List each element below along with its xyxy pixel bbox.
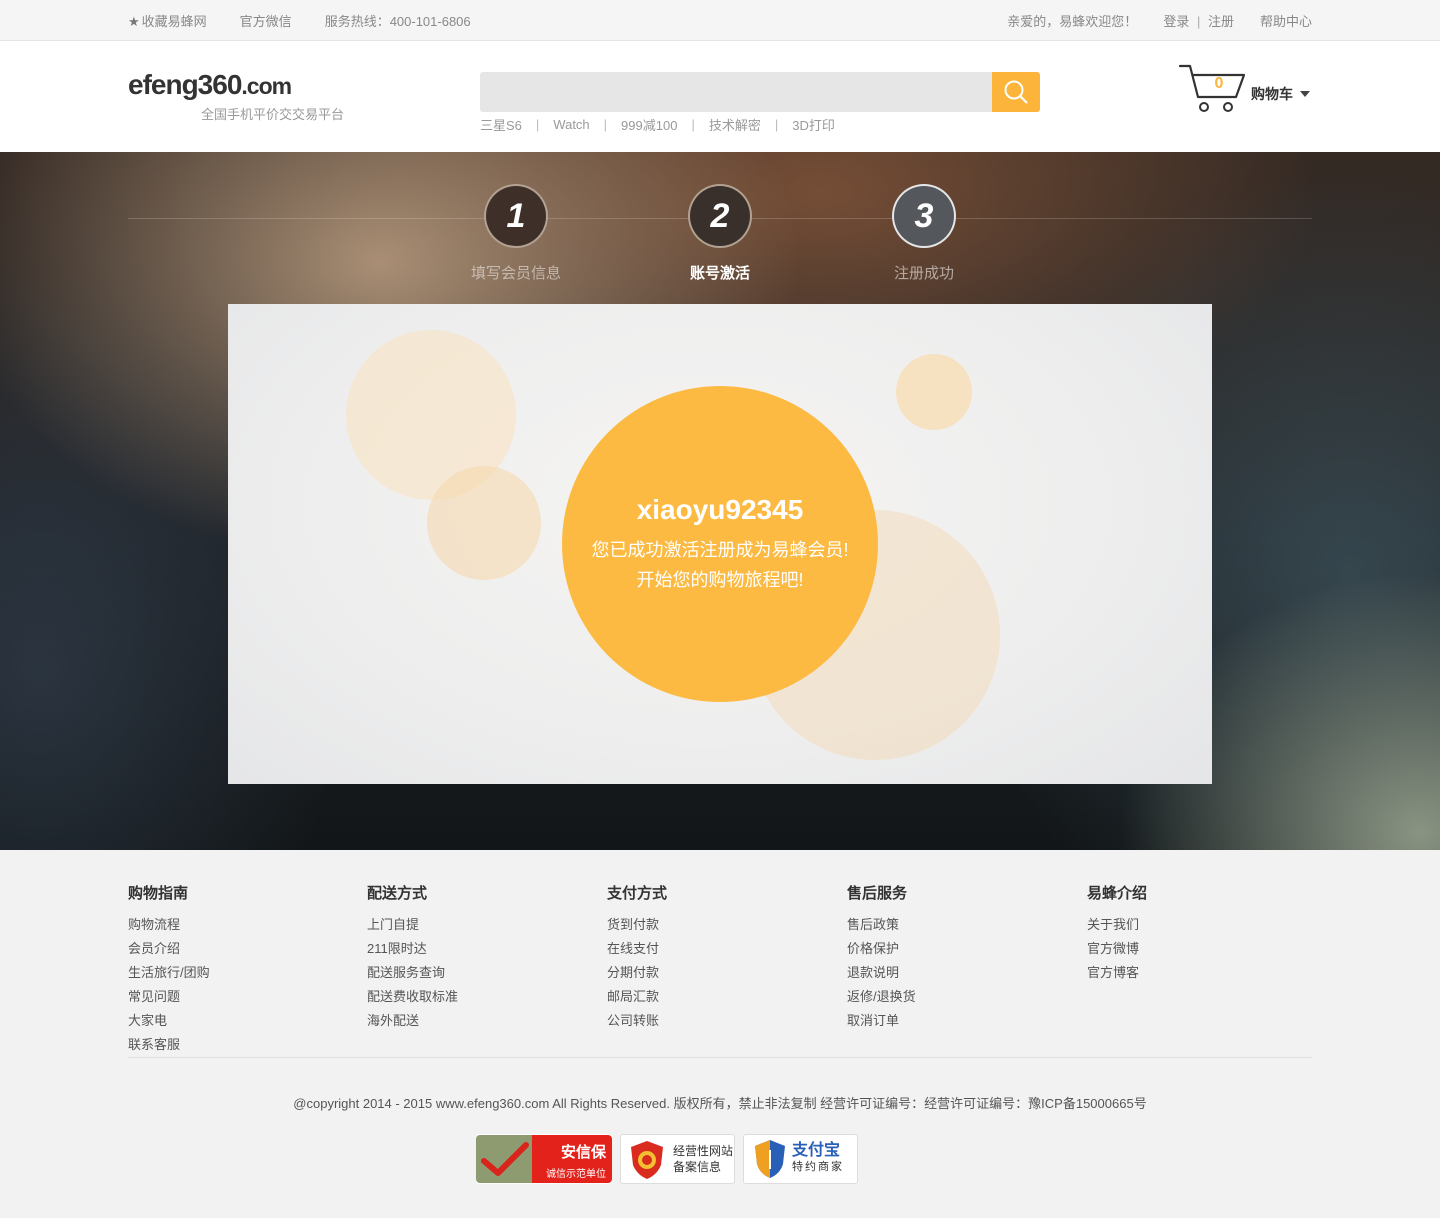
site-logo[interactable]: efeng360.com 全国手机平价交交易平台: [128, 69, 344, 122]
step-fill-info: 1 填写会员信息: [456, 184, 576, 283]
logo-text: efeng360.com: [128, 69, 292, 100]
site-footer: 购物指南 购物流程 会员介绍 生活旅行/团购 常见问题 大家电 联系客服 配送方…: [0, 850, 1440, 1218]
footer-link[interactable]: 上门自提: [367, 913, 458, 937]
success-circle: xiaoyu92345 您已成功激活注册成为易蜂会员! 开始您的购物旅程吧!: [562, 386, 878, 702]
site-header: efeng360.com 全国手机平价交交易平台 三星S6 | Watch | …: [0, 41, 1440, 152]
step-label: 注册成功: [893, 265, 954, 282]
footer-link[interactable]: 配送服务查询: [367, 961, 458, 985]
alipay-subtitle: 特约商家: [792, 1161, 844, 1173]
footer-link[interactable]: 退款说明: [847, 961, 916, 985]
footer-link[interactable]: 货到付款: [607, 913, 667, 937]
footer-link[interactable]: 会员介绍: [128, 937, 210, 961]
footer-link[interactable]: 取消订单: [847, 1009, 916, 1033]
hotword-link[interactable]: 技术解密: [709, 115, 761, 134]
footer-link[interactable]: 价格保护: [847, 937, 916, 961]
footer-divider: [128, 1057, 1312, 1058]
footer-link[interactable]: 分期付款: [607, 961, 667, 985]
success-message: 您已成功激活注册成为易蜂会员!: [591, 540, 849, 560]
footer-column-after-sales: 售后服务 售后政策 价格保护 退款说明 返修/退换货 取消订单: [847, 882, 916, 1033]
wechat-link[interactable]: 官方微信: [240, 11, 292, 30]
step-label: 账号激活: [689, 265, 750, 282]
hot-search-words: 三星S6 | Watch | 999减100 | 技术解密 | 3D打印: [480, 115, 835, 134]
welcome-text: 亲爱的，易蜂欢迎您！: [1007, 14, 1138, 29]
record-line1: 经营性网站: [673, 1144, 734, 1158]
footer-link[interactable]: 生活旅行/团购: [128, 961, 210, 985]
footer-link[interactable]: 在线支付: [607, 937, 667, 961]
favorite-link[interactable]: ★ 收藏易蜂网: [128, 11, 207, 30]
step-label: 填写会员信息: [470, 265, 561, 282]
login-register-divider: |: [1196, 14, 1201, 29]
footer-link[interactable]: 配送费收取标准: [367, 985, 458, 1009]
footer-column-delivery: 配送方式 上门自提 211限时达 配送服务查询 配送费收取标准 海外配送: [367, 882, 458, 1033]
footer-link[interactable]: 公司转账: [607, 1009, 667, 1033]
success-panel: xiaoyu92345 您已成功激活注册成为易蜂会员! 开始您的购物旅程吧!: [228, 304, 1212, 784]
footer-link[interactable]: 官方博客: [1087, 961, 1147, 985]
copyright-text: @copyright 2014 - 2015 www.efeng360.com …: [293, 1096, 1147, 1111]
footer-column-title: 支付方式: [607, 885, 668, 902]
footer-column-title: 配送方式: [367, 885, 428, 902]
search-input[interactable]: [480, 72, 992, 112]
search-icon: [1004, 80, 1028, 104]
decorative-bubble: [896, 354, 972, 430]
help-center-link[interactable]: 帮助中心: [1260, 11, 1312, 30]
hotword-link[interactable]: Watch: [553, 117, 589, 132]
cart-count-badge: 0: [1214, 75, 1224, 92]
registration-hero: 1 填写会员信息 2 账号激活 3 注册成功 xiaoyu92345 您已成功激…: [0, 152, 1440, 850]
footer-column-title: 易蜂介绍: [1087, 885, 1148, 902]
star-icon: ★: [128, 14, 140, 29]
anxinbao-subtitle: 诚信示范单位: [546, 1169, 606, 1180]
login-link[interactable]: 登录: [1163, 14, 1189, 29]
footer-column-payment: 支付方式 货到付款 在线支付 分期付款 邮局汇款 公司转账: [607, 882, 667, 1033]
hotword-link[interactable]: 999减100: [621, 115, 677, 134]
footer-column-title: 购物指南: [128, 885, 189, 902]
chevron-down-icon: [1300, 91, 1310, 97]
anxinbao-title: 安信保: [560, 1144, 606, 1161]
step-register-success: 3 注册成功: [864, 184, 984, 283]
step-number: 3: [892, 184, 956, 248]
register-link[interactable]: 注册: [1208, 14, 1234, 29]
hotword-link[interactable]: 3D打印: [792, 115, 835, 134]
footer-link[interactable]: 售后政策: [847, 913, 916, 937]
step-activate-account: 2 账号激活: [660, 184, 780, 283]
shield-icon: [631, 1141, 663, 1179]
username: xiaoyu92345: [636, 494, 804, 525]
decorative-bubble: [427, 466, 541, 580]
cart-label: 购物车: [1251, 86, 1293, 102]
trust-badges: 安信保 诚信示范单位 经营性网站 备案信息 支付宝 特约商家: [476, 1134, 866, 1184]
website-record-badge[interactable]: 经营性网站 备案信息: [620, 1134, 735, 1184]
alipay-merchant-badge[interactable]: 支付宝 特约商家: [743, 1134, 858, 1184]
footer-column-about: 易蜂介绍 关于我们 官方微博 官方博客: [1087, 882, 1147, 985]
footer-link[interactable]: 官方微博: [1087, 937, 1147, 961]
footer-link[interactable]: 邮局汇款: [607, 985, 667, 1009]
footer-link[interactable]: 关于我们: [1087, 913, 1147, 937]
search-button[interactable]: [992, 72, 1040, 112]
shopping-cart-button[interactable]: 0 购物车: [1178, 63, 1312, 115]
success-submessage: 开始您的购物旅程吧!: [636, 570, 804, 590]
anxinbao-badge[interactable]: 安信保 诚信示范单位: [476, 1134, 612, 1184]
footer-link[interactable]: 211限时达: [367, 937, 458, 961]
record-line2: 备案信息: [673, 1160, 722, 1174]
step-number: 1: [484, 184, 548, 248]
hotword-link[interactable]: 三星S6: [480, 115, 522, 134]
footer-link[interactable]: 海外配送: [367, 1009, 458, 1033]
alipay-shield-icon: [755, 1140, 785, 1178]
alipay-title: 支付宝: [792, 1142, 841, 1159]
hotline-text: 服务热线：400-101-6806: [324, 14, 471, 29]
search-bar: [480, 72, 1040, 112]
footer-column-title: 售后服务: [847, 885, 908, 902]
checkmark-icon: [476, 1135, 532, 1183]
footer-link[interactable]: 联系客服: [128, 1033, 210, 1057]
footer-link[interactable]: 购物流程: [128, 913, 210, 937]
logo-tagline: 全国手机平价交交易平台: [201, 107, 345, 122]
footer-column-shopping-guide: 购物指南 购物流程 会员介绍 生活旅行/团购 常见问题 大家电 联系客服: [128, 882, 210, 1057]
footer-link[interactable]: 返修/退换货: [847, 985, 916, 1009]
step-number: 2: [688, 184, 752, 248]
footer-link[interactable]: 常见问题: [128, 985, 210, 1009]
footer-link[interactable]: 大家电: [128, 1009, 210, 1033]
top-bar: ★ 收藏易蜂网 官方微信 服务热线：400-101-6806 亲爱的，易蜂欢迎您！…: [0, 0, 1440, 41]
